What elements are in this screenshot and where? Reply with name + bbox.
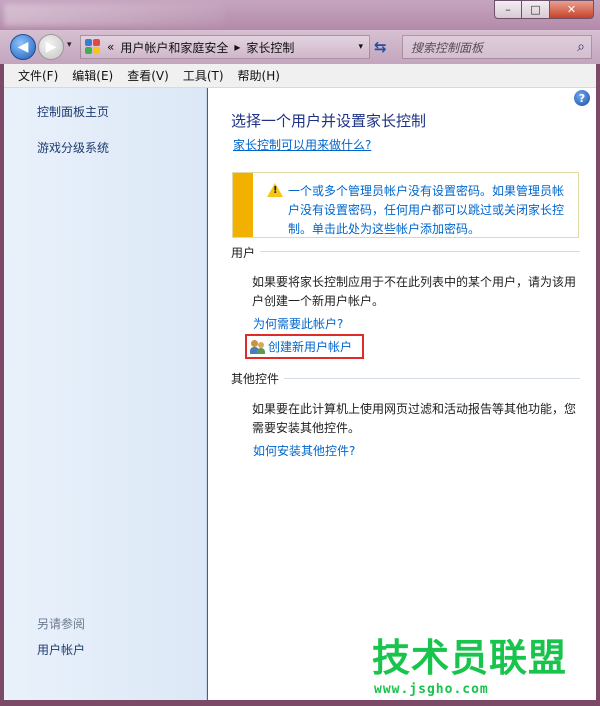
menu-bar: 文件(F) 编辑(E) 查看(V) 工具(T) 帮助(H) — [4, 64, 596, 88]
how-to-install-controls-link[interactable]: 如何安装其他控件? — [253, 442, 355, 459]
navigation-bar: ◀ ▶ ▾ « 用户帐户和家庭安全 ▸ 家长控制 ▾ ⇆ 搜索控制面板 ⌕ — [0, 30, 600, 64]
menu-edit[interactable]: 编辑(E) — [65, 67, 120, 84]
sidebar-item-control-panel-home[interactable]: 控制面板主页 — [37, 103, 109, 120]
create-new-user-account-label: 创建新用户帐户 — [268, 340, 353, 354]
recent-pages-dropdown[interactable]: ▾ — [67, 40, 72, 50]
sidebar: 控制面板主页 游戏分级系统 另请参阅 用户帐户 — [4, 88, 207, 700]
address-bar[interactable]: « 用户帐户和家庭安全 ▸ 家长控制 ▾ — [80, 35, 370, 59]
address-dropdown-icon[interactable]: ▾ — [358, 42, 363, 52]
search-icon[interactable]: ⌕ — [577, 39, 585, 55]
menu-help[interactable]: 帮助(H) — [231, 67, 287, 84]
search-box[interactable]: 搜索控制面板 ⌕ — [402, 35, 592, 59]
other-controls-divider — [284, 378, 580, 379]
minimize-button[interactable]: – — [494, 0, 522, 19]
other-controls-text: 如果要在此计算机上使用网页过滤和活动报告等其他功能，您需要安装其他控件。 — [252, 402, 577, 435]
create-new-user-account-button[interactable]: 创建新用户帐户 — [245, 334, 364, 359]
refresh-icon[interactable]: ⇆ — [374, 38, 387, 56]
warning-icon — [267, 183, 283, 197]
why-need-account-link[interactable]: 为何需要此帐户? — [253, 315, 343, 332]
page-title: 选择一个用户并设置家长控制 — [231, 112, 427, 130]
users-icon — [250, 339, 266, 355]
breadcrumb-separator-icon[interactable]: ▸ — [234, 40, 240, 54]
title-bar: – □ ✕ — [0, 0, 600, 30]
maximize-button[interactable]: □ — [522, 0, 550, 19]
warning-text[interactable]: 一个或多个管理员帐户没有设置密码。如果管理员帐户没有设置密码，任何用户都可以跳过… — [288, 182, 573, 239]
see-also-heading: 另请参阅 — [37, 617, 86, 631]
sidebar-item-game-ratings[interactable]: 游戏分级系统 — [37, 139, 109, 156]
warning-banner[interactable]: 一个或多个管理员帐户没有设置密码。如果管理员帐户没有设置密码，任何用户都可以跳过… — [232, 172, 579, 238]
search-input[interactable]: 搜索控制面板 — [411, 39, 483, 56]
control-panel-icon — [85, 39, 101, 55]
breadcrumb-parental-controls[interactable]: 家长控制 — [246, 39, 294, 56]
what-can-parental-controls-do-link[interactable]: 家长控制可以用来做什么? — [233, 136, 371, 153]
menu-view[interactable]: 查看(V) — [120, 67, 176, 84]
users-section-divider — [260, 251, 580, 252]
watermark-title: 技术员联盟 — [372, 636, 568, 680]
breadcrumb-user-accounts[interactable]: 用户帐户和家庭安全 — [120, 39, 228, 56]
forward-button[interactable]: ▶ — [38, 34, 64, 60]
other-controls-section-heading: 其他控件 — [231, 372, 280, 386]
main-content: ? 选择一个用户并设置家长控制 家长控制可以用来做什么? 一个或多个管理员帐户没… — [208, 88, 596, 700]
watermark-url: www.jsgho.com — [374, 682, 489, 697]
menu-file[interactable]: 文件(F) — [4, 67, 65, 84]
close-button[interactable]: ✕ — [550, 0, 594, 19]
back-button[interactable]: ◀ — [10, 34, 36, 60]
breadcrumb-overflow[interactable]: « — [107, 40, 114, 54]
users-section-heading: 用户 — [231, 246, 256, 260]
users-section-text: 如果要将家长控制应用于不在此列表中的某个用户，请为该用户创建一个新用户帐户。 — [252, 275, 577, 308]
sidebar-item-user-accounts[interactable]: 用户帐户 — [37, 641, 85, 658]
blurred-title — [4, 4, 224, 26]
window-controls: – □ ✕ — [494, 0, 594, 19]
watermark-logo: 技术员联盟 www.jsgho.com — [372, 638, 596, 700]
warning-bar — [233, 173, 253, 237]
help-icon[interactable]: ? — [574, 90, 590, 106]
menu-tools[interactable]: 工具(T) — [176, 67, 231, 84]
